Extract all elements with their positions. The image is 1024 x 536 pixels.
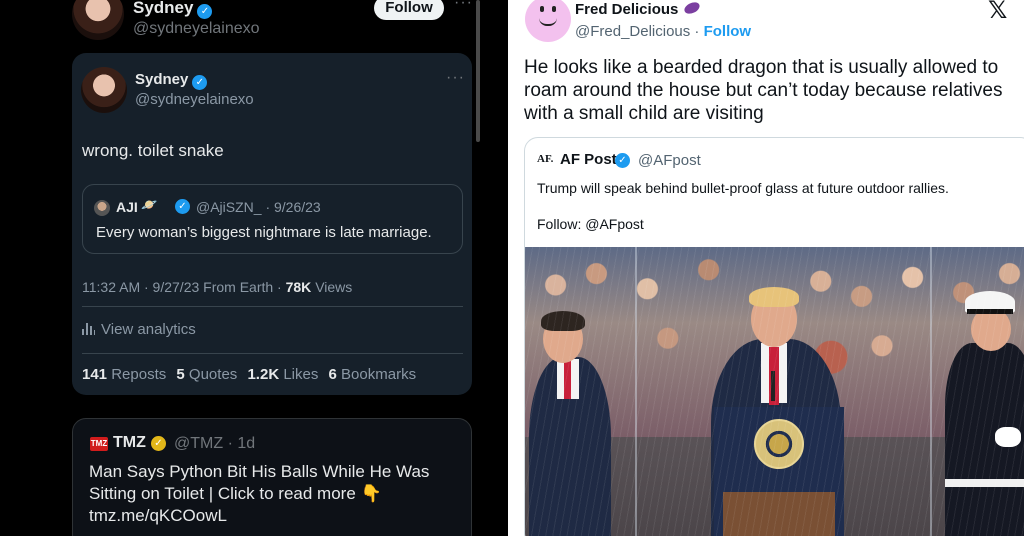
tweet-timestamp: 11:32 AM · 9/27/23 From Earth · 78K View… xyxy=(82,279,353,295)
follow-link[interactable]: Follow xyxy=(704,23,752,40)
more-options-icon[interactable]: ··· xyxy=(454,0,473,12)
rally-photo[interactable] xyxy=(525,247,1024,536)
follow-button[interactable]: Follow xyxy=(374,0,444,20)
tweet-text: Man Says Python Bit His Balls While He W… xyxy=(89,462,430,525)
quoted-tweet[interactable]: AJI 🪐 ✓ @AjiSZN_ · 9/26/23 Every woman’s… xyxy=(82,184,463,254)
divider xyxy=(82,353,463,354)
avatar-eye xyxy=(540,6,544,12)
view-analytics-link[interactable]: View analytics xyxy=(82,321,196,338)
af-post-logo: AF. xyxy=(537,153,554,165)
quoted-text: Trump will speak behind bullet-proof gla… xyxy=(537,180,949,196)
author-handle[interactable]: @sydneyelainexo xyxy=(133,20,260,38)
planet-emoji-icon: 🪐 xyxy=(141,197,158,212)
quoted-author-handle: @AFpost xyxy=(638,152,701,169)
author-meta: @TMZ · 1d xyxy=(174,435,256,452)
more-options-icon[interactable]: ··· xyxy=(446,69,465,87)
right-screenshot-panel: Fred Delicious @Fred_Delicious · Follow … xyxy=(508,0,1024,536)
rain-overlay xyxy=(525,247,1024,536)
author-handle[interactable]: @sydneyelainexo xyxy=(135,91,254,108)
avatar-eye xyxy=(552,6,556,12)
eggplant-emoji-icon xyxy=(682,0,702,16)
verified-badge-icon: ✓ xyxy=(197,4,213,19)
verified-badge-icon: ✓ xyxy=(192,75,208,90)
avatar xyxy=(94,200,110,216)
author-handle: @Fred_Delicious · Follow xyxy=(575,23,752,40)
reply-tweet-card: Sydney ✓ @sydneyelainexo ··· wrong. toile… xyxy=(72,53,472,395)
avatar[interactable] xyxy=(81,67,127,113)
divider xyxy=(82,306,463,307)
quoted-follow-text: Follow: @AFpost xyxy=(537,216,644,232)
tmz-tweet-card[interactable]: TMZ TMZ ✓ @TMZ · 1d Man Says Python Bit … xyxy=(72,418,472,536)
verified-badge-icon: ✓ xyxy=(175,199,190,214)
quoted-author-name: AF Post xyxy=(560,151,617,168)
author-name[interactable]: TMZ xyxy=(113,434,146,452)
tmz-logo: TMZ xyxy=(90,437,108,451)
quoted-meta: @AjiSZN_ · 9/26/23 xyxy=(196,199,321,215)
avatar[interactable] xyxy=(72,0,124,40)
quoted-author-name: AJI xyxy=(116,199,138,215)
engagement-stats: 141 Reposts 5 Quotes 1.2K Likes 6 Bookma… xyxy=(82,366,417,383)
tweet-text: He looks like a bearded dragon that is u… xyxy=(524,57,1003,124)
author-name[interactable]: Fred Delicious xyxy=(575,0,702,18)
analytics-icon xyxy=(82,323,95,335)
author-name[interactable]: Sydney ✓ xyxy=(133,0,213,19)
verified-badge-icon: ✓ xyxy=(615,153,630,168)
scrollbar[interactable] xyxy=(476,0,480,142)
quoted-text: Every woman’s biggest nightmare is late … xyxy=(96,224,432,241)
left-screenshot-panel: Sydney ✓ @sydneyelainexo Follow ··· Sydne… xyxy=(0,0,508,536)
verified-badge-icon: ✓ xyxy=(151,436,166,451)
quoted-tweet[interactable]: AF. AF Post ✓ @AFpost Trump will speak b… xyxy=(524,137,1024,536)
x-logo-icon: 𝕏 xyxy=(988,0,1008,24)
tweet-text: wrong. toilet snake xyxy=(82,141,224,160)
author-name[interactable]: Sydney ✓ xyxy=(135,71,208,90)
avatar-mouth xyxy=(539,18,557,26)
avatar[interactable] xyxy=(525,0,571,42)
